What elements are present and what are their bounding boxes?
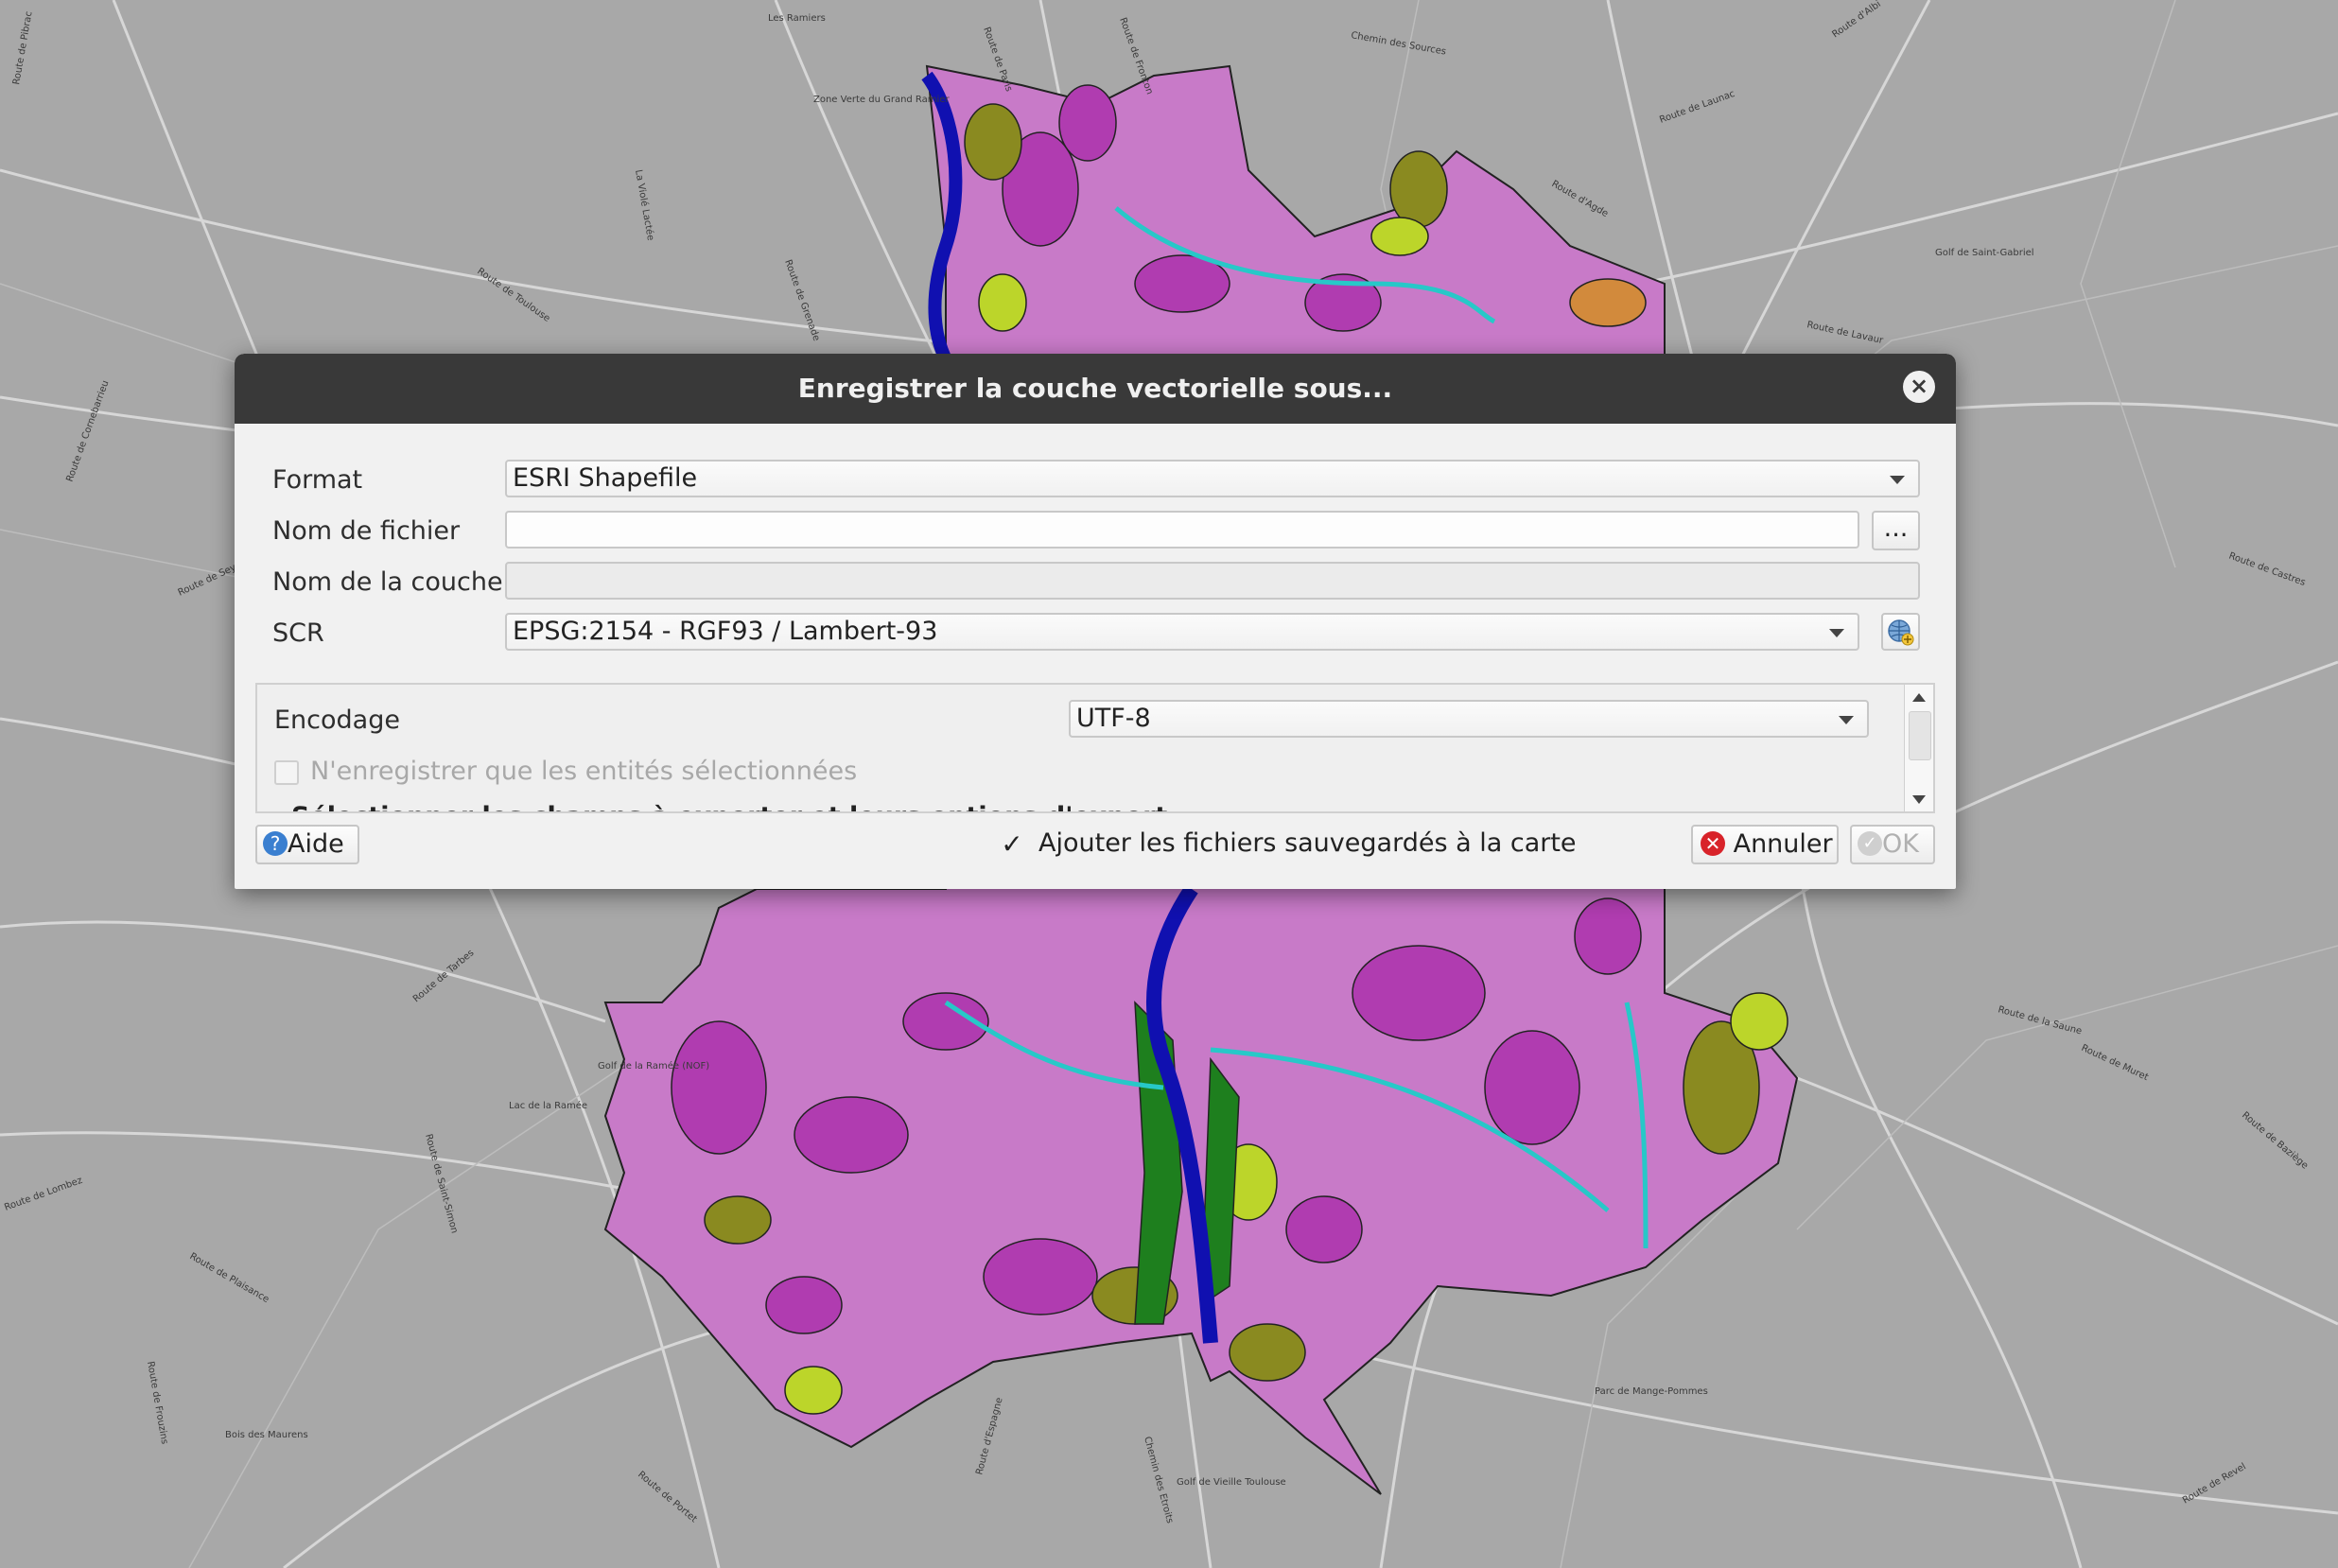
close-icon[interactable]: × — [1903, 371, 1935, 403]
fields-section-heading[interactable]: Sélectionner les champs à exporter et le… — [291, 802, 1167, 811]
help-button[interactable]: ? Aide — [255, 825, 359, 864]
ok-label: OK — [1882, 829, 1919, 859]
layername-label: Nom de la couche — [272, 567, 503, 597]
cancel-label: Annuler — [1733, 829, 1833, 859]
chevron-down-icon — [1829, 629, 1844, 637]
format-value: ESRI Shapefile — [513, 463, 698, 493]
map-label: Parc de Mange-Pommes — [1595, 1386, 1708, 1397]
format-options-panel[interactable]: Encodage UTF-8 N'enregistrer que les ent… — [255, 683, 1935, 813]
ok-icon: ✓ — [1858, 830, 1882, 856]
cancel-button[interactable]: ✕ Annuler — [1691, 825, 1839, 864]
cancel-icon: ✕ — [1701, 830, 1725, 856]
crs-globe-icon — [1888, 619, 1914, 646]
crs-label: SCR — [272, 618, 324, 648]
crs-combobox[interactable]: EPSG:2154 - RGF93 / Lambert-93 — [505, 613, 1859, 651]
encoding-combobox[interactable]: UTF-8 — [1069, 700, 1869, 738]
map-label: Golf de Vieille Toulouse — [1177, 1477, 1286, 1488]
scroll-up-icon[interactable] — [1912, 693, 1926, 702]
map-label: Les Ramiers — [768, 13, 826, 24]
chevron-down-icon — [1890, 476, 1905, 484]
format-label: Format — [272, 465, 363, 495]
scroll-down-icon[interactable] — [1912, 795, 1926, 804]
map-label: Lac de la Ramée — [509, 1100, 587, 1111]
help-label: Aide — [288, 829, 344, 859]
map-label: Golf de Saint-Gabriel — [1935, 248, 2034, 258]
ok-button[interactable]: ✓ OK — [1850, 825, 1935, 864]
chevron-down-icon — [1839, 716, 1854, 724]
add-to-map-label: Ajouter les fichiers sauvegardés à la ca… — [1038, 828, 1577, 858]
dialog-titlebar[interactable]: Enregistrer la couche vectorielle sous..… — [235, 354, 1956, 424]
map-label: Zone Verte du Grand Ramier — [813, 95, 950, 105]
layername-input[interactable] — [505, 562, 1920, 600]
map-label: Golf de la Ramée (NOF) — [598, 1060, 709, 1071]
help-icon: ? — [263, 830, 288, 856]
selected-only-label: N'enregistrer que les entités sélectionn… — [310, 757, 858, 786]
map-label: Bois des Maurens — [225, 1430, 308, 1440]
format-combobox[interactable]: ESRI Shapefile — [505, 460, 1920, 497]
crs-selector-button[interactable] — [1881, 613, 1920, 651]
scrollbar-thumb[interactable] — [1909, 711, 1931, 760]
selected-only-checkbox[interactable] — [274, 760, 299, 785]
dialog-title: Enregistrer la couche vectorielle sous..… — [797, 373, 1393, 404]
encoding-label: Encodage — [274, 706, 400, 735]
crs-value: EPSG:2154 - RGF93 / Lambert-93 — [513, 617, 938, 646]
filename-input[interactable] — [505, 511, 1859, 549]
browse-file-button[interactable]: ... — [1872, 511, 1920, 550]
encoding-value: UTF-8 — [1076, 704, 1151, 733]
filename-label: Nom de fichier — [272, 516, 461, 546]
options-scrollbar[interactable] — [1904, 685, 1933, 811]
add-to-map-checkbox[interactable]: ✓ — [999, 831, 1025, 859]
save-vector-layer-dialog: Enregistrer la couche vectorielle sous..… — [235, 354, 1956, 889]
